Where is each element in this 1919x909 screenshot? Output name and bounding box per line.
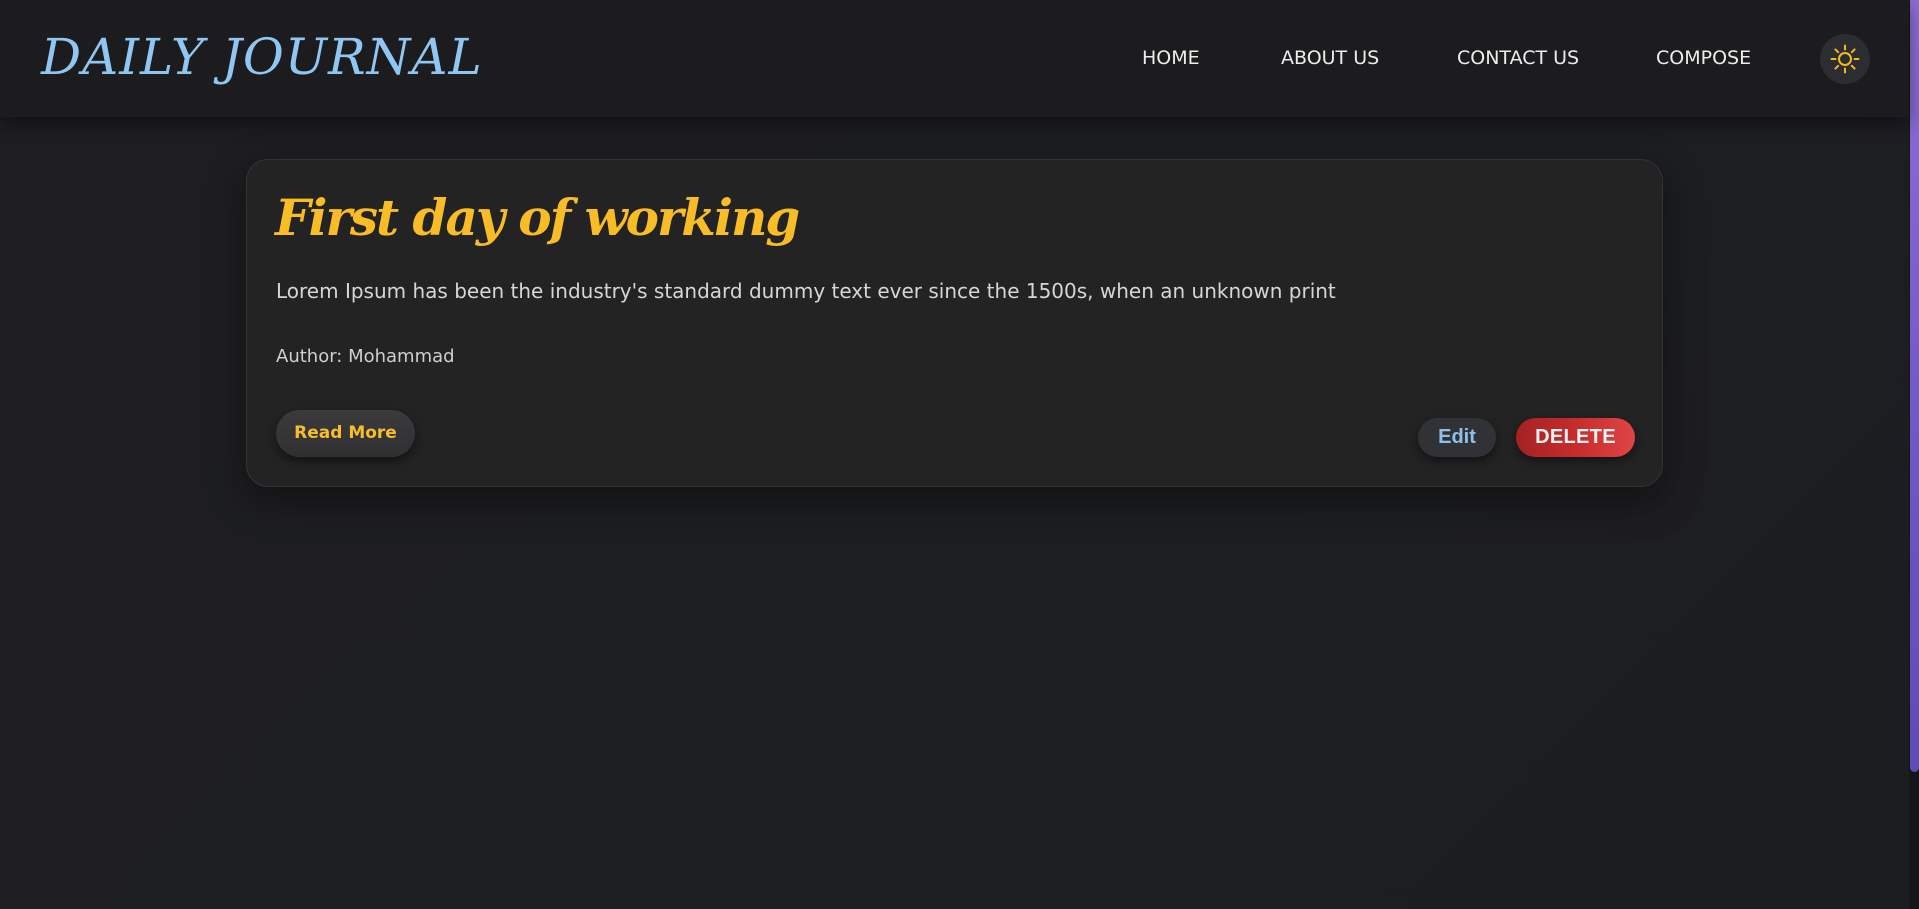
nav-link-compose[interactable]: COMPOSE bbox=[1656, 46, 1751, 70]
edit-button[interactable]: Edit bbox=[1418, 418, 1496, 457]
sun-icon bbox=[1830, 44, 1860, 74]
post-excerpt: Lorem Ipsum has been the industry's stan… bbox=[276, 279, 1336, 303]
theme-toggle-button[interactable] bbox=[1820, 34, 1870, 84]
navbar: DAILY JOURNAL HOME ABOUT US CONTACT US C… bbox=[0, 0, 1909, 117]
scrollbar-thumb[interactable] bbox=[1910, 0, 1919, 772]
post-author: Author: Mohammad bbox=[276, 346, 455, 367]
nav-link-contact-us[interactable]: CONTACT US bbox=[1457, 46, 1579, 70]
page: DAILY JOURNAL HOME ABOUT US CONTACT US C… bbox=[0, 0, 1919, 909]
nav-link-home[interactable]: HOME bbox=[1142, 46, 1200, 70]
delete-button[interactable]: DELETE bbox=[1516, 418, 1635, 457]
post-card: First day of working Lorem Ipsum has bee… bbox=[246, 159, 1663, 487]
read-more-button[interactable]: Read More bbox=[276, 410, 415, 457]
brand-logo[interactable]: DAILY JOURNAL bbox=[41, 24, 483, 90]
nav-link-about-us[interactable]: ABOUT US bbox=[1281, 46, 1379, 70]
post-title: First day of working bbox=[275, 188, 800, 247]
